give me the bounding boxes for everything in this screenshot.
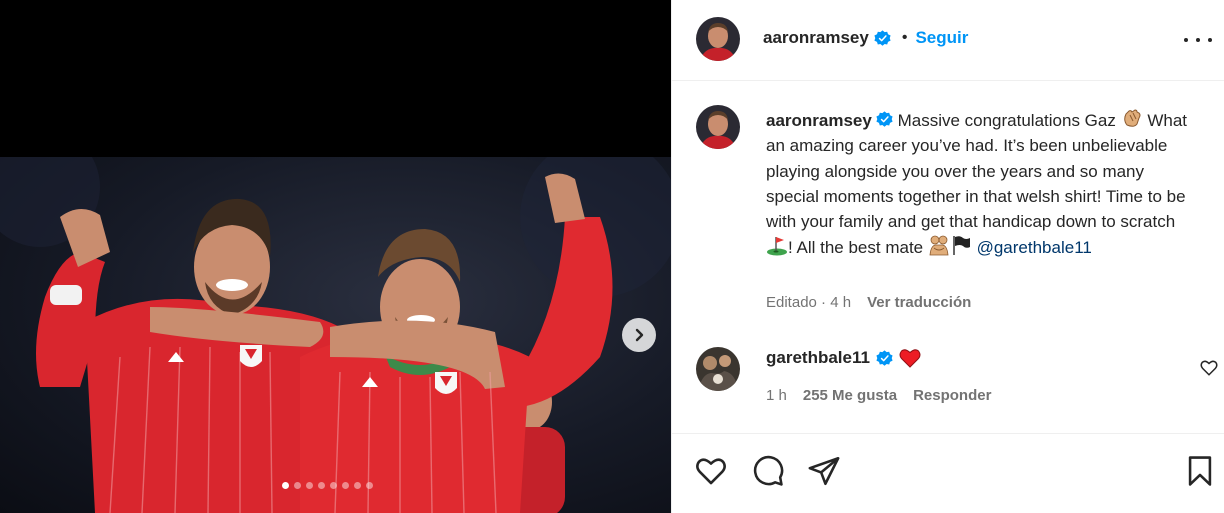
more-dot bbox=[1196, 38, 1200, 42]
carousel-dot bbox=[318, 482, 325, 489]
more-dot bbox=[1208, 38, 1212, 42]
comment-bubble-icon[interactable] bbox=[751, 454, 785, 488]
post-details: aaronramsey • Seguir aaronramsey Massive… bbox=[671, 0, 1224, 513]
caption-avatar[interactable] bbox=[696, 105, 740, 149]
follow-button[interactable]: Seguir bbox=[915, 28, 968, 48]
verified-badge-icon bbox=[876, 349, 893, 366]
carousel-dot bbox=[366, 482, 373, 489]
post-media bbox=[0, 0, 671, 513]
comment-header: garethbale11 bbox=[766, 348, 921, 368]
golf-flag-icon bbox=[767, 237, 787, 256]
carousel-next-button[interactable] bbox=[622, 318, 656, 352]
more-dot bbox=[1184, 38, 1188, 42]
commenter-avatar[interactable] bbox=[696, 347, 740, 391]
carousel-dot bbox=[330, 482, 337, 489]
red-heart-icon bbox=[899, 349, 921, 368]
author-avatar-image bbox=[696, 105, 740, 149]
share-paper-plane-icon[interactable] bbox=[807, 454, 841, 488]
chevron-right-icon bbox=[635, 328, 644, 342]
like-heart-icon[interactable] bbox=[694, 454, 728, 488]
avatar[interactable] bbox=[696, 17, 740, 61]
carousel-dot bbox=[294, 482, 301, 489]
caption-username[interactable]: aaronramsey bbox=[766, 111, 872, 130]
reply-button[interactable]: Responder bbox=[913, 387, 991, 404]
edited-time: Editado · 4 h bbox=[766, 294, 852, 311]
post-photo[interactable] bbox=[0, 157, 671, 513]
carousel-dot bbox=[282, 482, 289, 489]
people-hugging-icon bbox=[929, 236, 949, 256]
caption-text: Massive congratulations Gaz bbox=[897, 111, 1116, 130]
post-caption: aaronramsey Massive congratulations Gaz … bbox=[766, 107, 1196, 261]
author-username[interactable]: aaronramsey bbox=[763, 28, 869, 48]
black-flag-icon bbox=[952, 236, 970, 256]
carousel-indicator bbox=[282, 482, 373, 489]
commenter-avatar-image bbox=[696, 347, 740, 391]
see-translation-link[interactable]: Ver traducción bbox=[867, 294, 971, 311]
clapping-hands-icon bbox=[1123, 109, 1141, 127]
author-avatar-image bbox=[696, 17, 740, 61]
separator-dot: • bbox=[901, 29, 908, 46]
post-header: aaronramsey • Seguir bbox=[672, 0, 1224, 81]
players-celebrating-image bbox=[0, 157, 671, 513]
post-actions-bar bbox=[672, 433, 1224, 513]
more-options-button[interactable] bbox=[1184, 30, 1212, 50]
verified-badge-icon bbox=[876, 111, 893, 127]
commenter-username[interactable]: garethbale11 bbox=[766, 348, 870, 368]
save-bookmark-icon[interactable] bbox=[1183, 454, 1217, 488]
caption-meta: Editado · 4 h Ver traducción bbox=[766, 294, 971, 311]
comment-meta: 1 h 255 Me gusta Responder bbox=[766, 387, 991, 404]
carousel-dot bbox=[342, 482, 349, 489]
comment-likes-link[interactable]: 255 Me gusta bbox=[803, 387, 897, 404]
mention-link[interactable]: @garethbale11 bbox=[977, 238, 1092, 257]
header-user: aaronramsey • Seguir bbox=[763, 28, 968, 48]
verified-badge-icon bbox=[874, 29, 891, 46]
carousel-dot bbox=[354, 482, 361, 489]
carousel-dot bbox=[306, 482, 313, 489]
comment-time: 1 h bbox=[766, 387, 787, 404]
caption-text: ! All the best mate bbox=[788, 238, 928, 258]
like-comment-heart-icon[interactable] bbox=[1200, 359, 1218, 377]
